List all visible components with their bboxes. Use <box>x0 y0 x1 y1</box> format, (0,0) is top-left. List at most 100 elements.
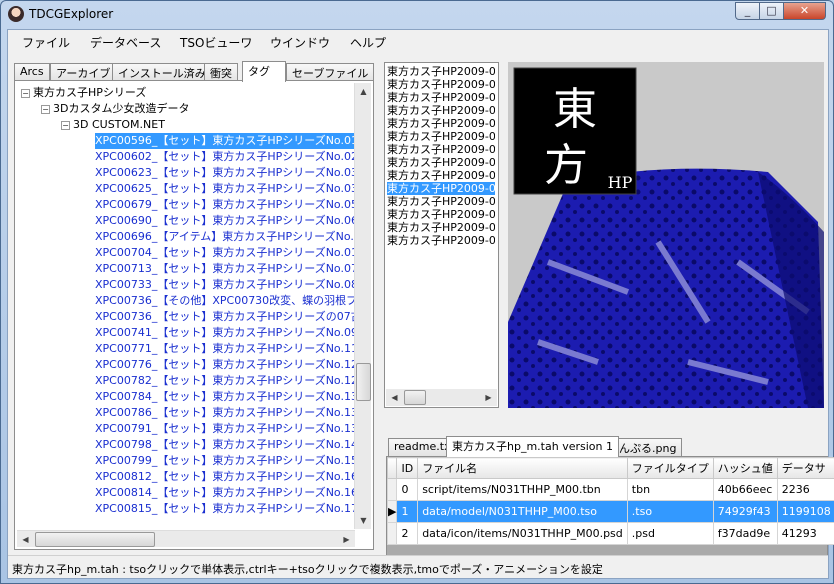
table-cell-file[interactable]: data/icon/items/N031THHP_M00.psd <box>417 522 628 545</box>
menu-tso-viewer[interactable]: TSOビューワ <box>180 34 252 51</box>
close-button[interactable]: ✕ <box>783 2 826 20</box>
tree-item[interactable]: XPC00799_【セット】東方カス子HPシリーズNo.15博 <box>95 453 355 469</box>
list-item[interactable]: 東方カス子HP2009-03 <box>387 78 495 91</box>
col-header[interactable]: ハッシュ値 <box>712 457 778 479</box>
menu-window[interactable]: ウインドウ <box>270 34 330 51</box>
table-cell-id[interactable]: 1 <box>396 500 419 523</box>
tree-item[interactable]: XPC00736_【その他】XPC00730改変、蝶の羽根プ <box>95 293 355 309</box>
tree-node[interactable]: −3D CUSTOM.NET <box>61 117 165 133</box>
tree-item[interactable]: XPC00741_【セット】東方カス子HPシリーズNo.09と <box>95 325 355 341</box>
list-item[interactable]: 東方カス子HP2009-03 <box>387 221 495 234</box>
list-item[interactable]: 東方カス子HP2009-03 <box>387 182 495 195</box>
list-item[interactable]: 東方カス子HP2009-03 <box>387 234 495 247</box>
table-cell-size[interactable]: 2236 <box>776 478 834 501</box>
tree-node[interactable]: −3Dカスタム少女改造データ <box>41 101 189 117</box>
tree-item[interactable]: XPC00776_【セット】東方カス子HPシリーズNo.12河 <box>95 357 355 373</box>
collapse-icon[interactable]: − <box>61 120 70 130</box>
tree-item[interactable]: XPC00812_【セット】東方カス子HPシリーズNo.16ハ <box>95 469 355 485</box>
tree-item[interactable]: XPC00713_【セット】東方カス子HPシリーズNo.07古 <box>95 261 355 277</box>
table-cell-id[interactable]: 2 <box>396 522 419 545</box>
tree-item[interactable]: XPC00704_【セット】東方カス子HPシリーズNo.01東 <box>95 245 355 261</box>
tso-file-list[interactable]: 東方カス子HP2009-03 東方カス子HP2009-03 東方カス子HP2009-… <box>384 62 499 408</box>
title-bar[interactable]: TDCGExplorer _ □ ✕ <box>1 1 833 29</box>
tab-tah-version[interactable]: 東方カス子hp_m.tah version 1 <box>446 436 619 457</box>
row-pointer-icon[interactable]: ▶ <box>386 500 398 523</box>
list-item[interactable]: 東方カス子HP2009-03 <box>387 143 495 156</box>
scroll-left-icon[interactable]: ◀ <box>386 389 403 406</box>
tree-node[interactable]: − 東方カス子HPシリーズ <box>21 85 146 101</box>
menu-file[interactable]: ファイル <box>22 34 70 51</box>
list-item[interactable]: 東方カス子HP2009-03 <box>387 65 495 78</box>
table-row[interactable]: ▶ 1 data/model/N031THHP_M00.tso .tso 74929f4… <box>386 500 834 523</box>
menu-help[interactable]: ヘルプ <box>350 34 386 51</box>
tree-item[interactable]: XPC00815_【セット】東方カス子HPシリーズNo.17古 <box>95 501 355 517</box>
menu-database[interactable]: データベース <box>90 34 161 51</box>
collapse-icon[interactable]: − <box>41 104 50 114</box>
tree-item[interactable]: XPC00602_【セット】東方カス子HPシリーズNo.02梅 <box>95 149 355 165</box>
tree-horizontal-scrollbar[interactable]: ◀ ▶ <box>17 530 355 547</box>
tree-item[interactable]: XPC00814_【セット】東方カス子HPシリーズNo.16ハ <box>95 485 355 501</box>
tree-item[interactable]: XPC00696_【アイテム】東方カス子HPシリーズNo.06 <box>95 229 355 245</box>
table-row[interactable]: 0 script/items/N031THHP_M00.tbn tbn 40b66ee… <box>386 478 834 501</box>
scroll-thumb[interactable] <box>35 532 155 547</box>
list-item[interactable]: 東方カス子HP2009-03 <box>387 104 495 117</box>
scroll-down-icon[interactable]: ▼ <box>355 512 372 529</box>
scroll-right-icon[interactable]: ▶ <box>338 531 355 548</box>
list-item[interactable]: 東方カス子HP2009-03 <box>387 208 495 221</box>
table-cell-hash[interactable]: 40b66eec <box>712 478 778 501</box>
maximize-button[interactable]: □ <box>759 2 784 20</box>
table-cell-size[interactable]: 1199108 <box>776 500 834 523</box>
tree-item[interactable]: XPC00784_【セット】東方カス子HPシリーズNo.13犬 <box>95 389 355 405</box>
3d-preview-viewport[interactable]: 東 方 HP <box>508 62 824 408</box>
col-header[interactable]: ファイル名 <box>417 457 628 479</box>
table-cell-file[interactable]: script/items/N031THHP_M00.tbn <box>417 478 628 501</box>
tree-item[interactable]: XPC00596_【セット】東方カス子HPシリーズNo.01東 <box>95 133 355 149</box>
tree-item[interactable]: XPC00733_【セット】東方カス子HPシリーズNo.08十 <box>95 277 355 293</box>
collapse-icon[interactable]: − <box>21 88 30 98</box>
table-row[interactable]: 2 data/icon/items/N031THHP_M00.psd .psd f37… <box>386 522 834 545</box>
list-item[interactable]: 東方カス子HP2009-03 <box>387 91 495 104</box>
scroll-right-icon[interactable]: ▶ <box>480 389 497 406</box>
table-cell-file[interactable]: data/model/N031THHP_M00.tso <box>417 500 628 523</box>
table-cell-size[interactable]: 41293 <box>776 522 834 545</box>
tree-item[interactable]: XPC00791_【セット】東方カス子HPシリーズNo.13射 <box>95 421 355 437</box>
tab-archive[interactable]: アーカイブ <box>50 63 117 81</box>
table-cell-hash[interactable]: 74929f43 <box>712 500 778 523</box>
tag-tree[interactable]: − 東方カス子HPシリーズ −3Dカスタム少女改造データ −3D CUSTOM.N… <box>14 80 374 550</box>
tree-item[interactable]: XPC00625_【セット】東方カス子HPシリーズNo.03_ <box>95 181 355 197</box>
table-cell-type[interactable]: .psd <box>626 522 714 545</box>
tab-tags[interactable]: タグ <box>242 61 286 82</box>
table-cell-id[interactable]: 0 <box>396 478 419 501</box>
tree-item[interactable]: XPC00782_【セット】東方カス子HPシリーズNo.12河 <box>95 373 355 389</box>
scroll-thumb[interactable] <box>404 390 426 405</box>
list-item[interactable]: 東方カス子HP2009-03 <box>387 130 495 143</box>
scroll-left-icon[interactable]: ◀ <box>17 531 34 548</box>
tree-item[interactable]: XPC00679_【セット】東方カス子HPシリーズNo.05ハ <box>95 197 355 213</box>
table-cell-hash[interactable]: f37dad9e <box>712 522 778 545</box>
list-item[interactable]: 東方カス子HP2009-03 <box>387 156 495 169</box>
tab-installed[interactable]: インストール済み <box>112 63 212 81</box>
scroll-thumb[interactable] <box>356 363 371 401</box>
minimize-button[interactable]: _ <box>735 2 760 20</box>
tree-item[interactable]: XPC00690_【セット】東方カス子HPシリーズNo.06小 <box>95 213 355 229</box>
tree-item[interactable]: XPC00736_【セット】東方カス子HPシリーズの07古町 <box>95 309 355 325</box>
col-header[interactable]: ファイルタイプ <box>626 457 714 479</box>
tab-collision[interactable]: 衝突 <box>204 63 238 81</box>
tree-item[interactable]: XPC00623_【セット】東方カス子HPシリーズNo.03_ <box>95 165 355 181</box>
list-horizontal-scrollbar[interactable]: ◀ ▶ <box>386 389 497 406</box>
row-header[interactable] <box>386 522 398 545</box>
row-header[interactable] <box>386 478 398 501</box>
tab-arcs[interactable]: Arcs <box>14 63 50 81</box>
scroll-up-icon[interactable]: ▲ <box>355 83 372 100</box>
table-cell-type[interactable]: .tso <box>626 500 714 523</box>
table-cell-type[interactable]: tbn <box>626 478 714 501</box>
list-item[interactable]: 東方カス子HP2009-03 <box>387 195 495 208</box>
list-item[interactable]: 東方カス子HP2009-03 <box>387 117 495 130</box>
tree-item[interactable]: XPC00771_【セット】東方カス子HPシリーズNo.11陣 <box>95 341 355 357</box>
tab-save-files[interactable]: セーブファイル <box>286 63 375 81</box>
tree-item[interactable]: XPC00798_【セット】東方カス子HPシリーズNo.14射 <box>95 437 355 453</box>
tree-item[interactable]: XPC00786_【セット】東方カス子HPシリーズNo.13犬 <box>95 405 355 421</box>
col-header[interactable]: データサ <box>776 457 834 479</box>
list-item[interactable]: 東方カス子HP2009-03 <box>387 169 495 182</box>
col-header[interactable]: ID <box>396 457 419 479</box>
